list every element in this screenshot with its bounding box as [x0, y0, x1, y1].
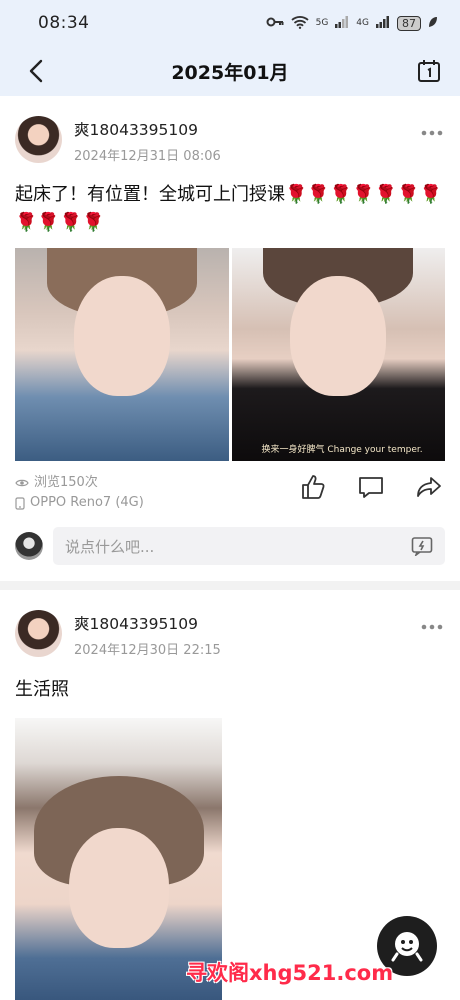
- view-count: 浏览150次: [34, 475, 98, 490]
- calendar-button[interactable]: [412, 54, 446, 88]
- post-time: 2024年12月30日 22:15: [74, 643, 221, 658]
- photo-face: [290, 276, 387, 396]
- photo-caption: 换来一身好脾气 Change your temper.: [261, 445, 423, 455]
- share-button[interactable]: [415, 473, 443, 501]
- username[interactable]: 爽18043395109: [74, 118, 221, 140]
- share-icon: [417, 477, 441, 497]
- post-card: 爽18043395109 2024年12月30日 22:15 生活照: [0, 590, 460, 704]
- back-button[interactable]: [20, 55, 52, 87]
- status-time: 08:34: [38, 13, 90, 33]
- post-time: 2024年12月31日 08:06: [74, 149, 221, 164]
- more-button[interactable]: [421, 614, 443, 635]
- more-icon: [421, 130, 443, 136]
- more-button[interactable]: [421, 120, 443, 141]
- image-grid: 换来一身好脾气 Change your temper.: [15, 248, 445, 461]
- device-name: OPPO Reno7 (4G): [30, 495, 144, 510]
- post-divider: [0, 581, 460, 590]
- post-actions: [299, 473, 445, 501]
- post-meta: 浏览150次 OPPO Reno7 (4G): [15, 473, 445, 513]
- phone-icon: [15, 496, 25, 510]
- avatar[interactable]: [15, 610, 62, 657]
- avatar[interactable]: [15, 532, 43, 560]
- key-icon: [266, 16, 284, 31]
- watermark: 寻欢阁xhg521.com: [186, 961, 394, 985]
- comment-input[interactable]: 说点什么吧...: [53, 527, 445, 565]
- comment-row: 说点什么吧...: [15, 527, 445, 581]
- eye-icon: [15, 479, 29, 487]
- comment-button[interactable]: [357, 473, 385, 501]
- wifi-icon: [290, 15, 309, 32]
- signal-icon: [376, 15, 390, 31]
- signal-5g-label: 5G: [315, 18, 329, 28]
- like-icon: [302, 475, 325, 499]
- meta-info: 浏览150次 OPPO Reno7 (4G): [15, 473, 144, 513]
- avatar[interactable]: [15, 116, 62, 163]
- signal-4g-label: 4G: [356, 18, 369, 28]
- user-info: 爽18043395109 2024年12月30日 22:15: [74, 612, 221, 658]
- status-bar: 08:34 5G 4G 87: [0, 0, 460, 46]
- post-text: 起床了！有位置！全城可上门授课🌹🌹🌹🌹🌹🌹🌹🌹🌹🌹🌹: [15, 184, 442, 233]
- page-title: 2025年01月: [171, 61, 289, 84]
- header: 2025年01月: [0, 46, 460, 96]
- post-photo[interactable]: 换来一身好脾气 Change your temper.: [231, 248, 445, 461]
- more-icon: [421, 624, 443, 630]
- comment-icon: [359, 477, 383, 498]
- view-count-row: 浏览150次: [15, 473, 144, 493]
- status-icons: 5G 4G 87: [266, 15, 438, 32]
- post-header: 爽18043395109 2024年12月31日 08:06: [15, 116, 445, 164]
- like-button[interactable]: [299, 473, 327, 501]
- signal-icon: [335, 15, 349, 31]
- emoji-icon[interactable]: [411, 536, 433, 556]
- comment-placeholder: 说点什么吧...: [65, 537, 155, 556]
- user-info: 爽18043395109 2024年12月31日 08:06: [74, 118, 221, 164]
- photo-face: [68, 828, 169, 948]
- post-text: 生活照: [15, 679, 69, 700]
- photo-face: [73, 276, 170, 396]
- username[interactable]: 爽18043395109: [74, 612, 221, 634]
- device-row: OPPO Reno7 (4G): [15, 493, 144, 513]
- post-card: 爽18043395109 2024年12月31日 08:06 起床了！有位置！全…: [0, 96, 460, 581]
- back-icon: [29, 59, 43, 83]
- post-photo[interactable]: [15, 248, 229, 461]
- leaf-icon: [428, 16, 438, 31]
- battery-indicator: 87: [397, 15, 421, 31]
- calendar-icon: [418, 60, 440, 82]
- post-header: 爽18043395109 2024年12月30日 22:15: [15, 610, 445, 658]
